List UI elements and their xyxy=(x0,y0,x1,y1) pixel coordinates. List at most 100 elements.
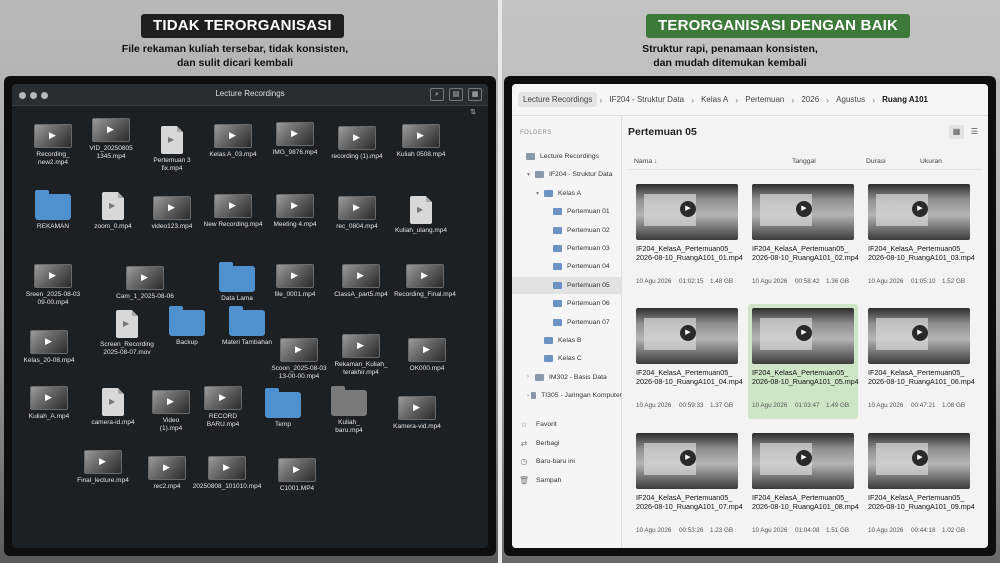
file-item[interactable]: ClassA_part5.mp4 xyxy=(326,264,396,299)
file-item[interactable]: IMG_9876.mp4 xyxy=(260,122,330,157)
sidebar-folder-item[interactable]: › TI305 - Jaringan Komputer xyxy=(512,387,622,404)
chevron-right-icon: › xyxy=(791,94,795,105)
sidebar-folder-item[interactable]: Pertemuan 03 xyxy=(512,240,622,257)
sidebar-folder-item[interactable]: ▾ Kelas A xyxy=(512,185,622,202)
file-label: Scoon_2025-08-03 13-00-00.mp4 xyxy=(271,365,327,380)
breadcrumb-item[interactable]: Ruang A101 xyxy=(877,92,933,107)
sidebar-folder-item[interactable]: ▾ IF204 - Struktur Data xyxy=(512,166,622,183)
file-item[interactable]: OK000.mp4 xyxy=(392,338,462,373)
column-duration[interactable]: Durasi xyxy=(866,158,886,165)
file-item[interactable]: Scoon_2025-08-03 13-00-00.mp4 xyxy=(264,338,334,381)
video-card[interactable]: IF204_KelasA_Pertemuan05_ 2026-08-10_Rua… xyxy=(864,429,975,544)
file-item[interactable]: Temp xyxy=(248,388,318,429)
file-item[interactable]: Kuliah_A.mp4 xyxy=(14,386,84,421)
sidebar-quick-link[interactable]: ◷ Baru-baru ini xyxy=(512,453,622,470)
file-label: rec_0804.mp4 xyxy=(336,223,378,230)
video-date: 10 Agu 2026 xyxy=(868,527,904,534)
chevron-right-icon: › xyxy=(599,94,603,105)
video-card[interactable]: IF204_KelasA_Pertemuan05_ 2026-08-10_Rua… xyxy=(748,304,859,419)
grid-icon[interactable]: ▦ xyxy=(468,88,482,101)
video-duration: 00:53:26 xyxy=(679,527,704,534)
file-item[interactable]: New Recording.mp4 xyxy=(198,194,268,229)
file-item[interactable]: 20250808_101010.mp4 xyxy=(192,456,262,491)
file-item[interactable]: recording (1).mp4 xyxy=(322,126,392,161)
file-item[interactable]: Recording_Final.mp4 xyxy=(390,264,460,299)
file-label: New Recording.mp4 xyxy=(203,221,263,228)
video-date: 10 Agu 2026 xyxy=(752,402,788,409)
file-item[interactable]: Kelas_20-08.mp4 xyxy=(14,330,84,365)
video-card[interactable]: IF204_KelasA_Pertemuan05_ 2026-08-10_Rua… xyxy=(632,429,743,544)
column-name[interactable]: Nama ↓ xyxy=(634,158,657,165)
file-item[interactable]: VID_20250805 1345.mp4 xyxy=(76,118,146,161)
grid-view-button[interactable]: ▦ xyxy=(949,125,964,139)
file-label: Kuliah 0508.mp4 xyxy=(396,151,446,158)
video-card[interactable]: IF204_KelasA_Pertemuan05_ 2026-08-10_Rua… xyxy=(864,304,975,419)
video-thumbnail[interactable] xyxy=(868,433,970,489)
video-thumbnail xyxy=(214,124,252,148)
video-card[interactable]: IF204_KelasA_Pertemuan05_ 2026-08-10_Rua… xyxy=(632,304,743,419)
sidebar-quick-link[interactable]: ⇄ Berbagi xyxy=(512,435,622,452)
video-thumbnail[interactable] xyxy=(752,433,854,489)
sidebar-folder-item[interactable]: Pertemuan 06 xyxy=(512,295,622,312)
sidebar-quick-link[interactable]: ☆ Favorit xyxy=(512,416,622,433)
video-thumbnail xyxy=(30,386,68,410)
file-item[interactable]: Final_lecture.mp4 xyxy=(68,450,138,485)
sidebar-folder-item[interactable]: Pertemuan 02 xyxy=(512,222,622,239)
list-view-button[interactable]: ☰ xyxy=(967,125,982,139)
video-thumbnail[interactable] xyxy=(636,433,738,489)
file-label: recording (1).mp4 xyxy=(331,153,383,160)
file-item[interactable]: video123.mp4 xyxy=(137,196,207,231)
breadcrumb-item[interactable]: 2026 xyxy=(796,92,824,107)
trash-icon: 🗑 xyxy=(518,475,530,485)
sidebar-folder-item[interactable]: Kelas C xyxy=(512,350,622,367)
breadcrumb-item[interactable]: Agustus xyxy=(831,92,870,107)
video-thumbnail[interactable] xyxy=(868,308,970,364)
sidebar-folder-item[interactable]: Kelas B xyxy=(512,332,622,349)
sidebar-folder-item[interactable]: Pertemuan 07 xyxy=(512,314,622,331)
video-file-icon xyxy=(116,310,138,338)
video-thumbnail[interactable] xyxy=(636,184,738,240)
folder-icon xyxy=(531,392,537,400)
file-item[interactable]: Pertemuan 3 fix.mp4 xyxy=(137,126,207,173)
file-label: Sreen_2025-08-03 09-00.mp4 xyxy=(25,291,81,306)
file-item[interactable]: file_0001.mp4 xyxy=(260,264,330,299)
video-card[interactable]: IF204_KelasA_Pertemuan05_ 2026-08-10_Rua… xyxy=(748,429,859,544)
file-item[interactable]: Rekaman_Kuliah_ terakhir.mp4 xyxy=(326,334,396,377)
search-icon[interactable]: ⌕ xyxy=(430,88,444,101)
sidebar-quick-link[interactable]: 🗑 Sampah xyxy=(512,472,622,489)
file-item[interactable]: Kelas A_03.mp4 xyxy=(198,124,268,159)
breadcrumb-item[interactable]: Pertemuan xyxy=(740,92,789,107)
breadcrumb-item[interactable]: Lecture Recordings xyxy=(518,92,598,107)
column-size[interactable]: Ukuran xyxy=(920,158,942,165)
video-thumbnail[interactable] xyxy=(752,308,854,364)
column-date[interactable]: Tanggal xyxy=(792,158,816,165)
sidebar-folder-item[interactable]: Pertemuan 01 xyxy=(512,203,622,220)
video-file-icon xyxy=(102,192,124,220)
breadcrumb-item[interactable]: IF204 - Struktur Data xyxy=(604,92,689,107)
file-item[interactable]: Cam_1_2025-08-06 xyxy=(110,266,180,301)
file-item[interactable]: Sreen_2025-08-03 09-00.mp4 xyxy=(18,264,88,307)
window-title: Lecture Recordings xyxy=(215,89,285,98)
video-thumbnail[interactable] xyxy=(752,184,854,240)
video-card[interactable]: IF204_KelasA_Pertemuan05_ 2026-08-10_Rua… xyxy=(748,180,859,295)
video-card[interactable]: IF204_KelasA_Pertemuan05_ 2026-08-10_Rua… xyxy=(632,180,743,295)
sidebar-folder-item[interactable]: Pertemuan 04 xyxy=(512,258,622,275)
breadcrumb-item[interactable]: Kelas A xyxy=(696,92,733,107)
sidebar-folder-item[interactable]: Lecture Recordings xyxy=(512,148,622,165)
file-item[interactable]: C1001.MP4 xyxy=(262,458,332,493)
file-item[interactable]: Kuliah_ baru.mp4 xyxy=(314,386,384,435)
file-item[interactable]: Kuliah 0508.mp4 xyxy=(386,124,456,159)
file-item[interactable]: Kuliah_ulang.mp4 xyxy=(386,196,456,235)
sidebar-folder-item[interactable]: › IM302 - Basis Data xyxy=(512,369,622,386)
file-item[interactable]: rec_0804.mp4 xyxy=(322,196,392,231)
file-item[interactable]: Kamera-vid.mp4 xyxy=(382,396,452,431)
file-item[interactable]: Meeting 4.mp4 xyxy=(260,194,330,229)
video-card[interactable]: IF204_KelasA_Pertemuan05_ 2026-08-10_Rua… xyxy=(864,180,975,295)
file-label: Cam_1_2025-08-06 xyxy=(116,293,174,300)
video-thumbnail[interactable] xyxy=(636,308,738,364)
video-thumbnail[interactable] xyxy=(868,184,970,240)
view-icon[interactable]: ▤ xyxy=(449,88,463,101)
sort-icon[interactable]: ⇅ xyxy=(470,108,476,116)
sidebar-folder-item[interactable]: Pertemuan 05 xyxy=(512,276,622,294)
file-label: OK000.mp4 xyxy=(409,365,445,372)
